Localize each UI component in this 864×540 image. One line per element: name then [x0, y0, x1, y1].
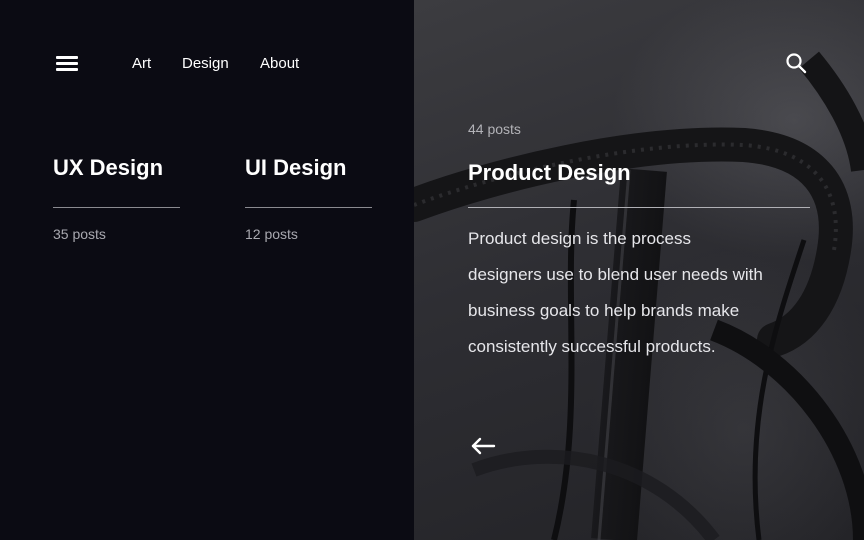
nav-link-about[interactable]: About: [260, 55, 299, 73]
search-icon[interactable]: [785, 52, 807, 74]
featured-title[interactable]: Product Design: [468, 160, 631, 186]
featured-post-count: 44 posts: [468, 121, 521, 137]
featured-description: Product design is the process designers …: [468, 229, 763, 356]
left-panel: [0, 0, 414, 540]
arrow-left-icon[interactable]: [470, 436, 496, 456]
category-title[interactable]: UX Design: [53, 155, 163, 181]
nav-link-art[interactable]: Art: [132, 55, 151, 73]
nav-link-design[interactable]: Design: [182, 55, 229, 73]
category-divider: [53, 207, 180, 208]
category-post-count: 35 posts: [53, 226, 106, 242]
menu-icon[interactable]: [56, 54, 78, 72]
category-title[interactable]: UI Design: [245, 155, 346, 181]
category-post-count: 12 posts: [245, 226, 298, 242]
featured-divider: [468, 207, 810, 208]
category-divider: [245, 207, 372, 208]
